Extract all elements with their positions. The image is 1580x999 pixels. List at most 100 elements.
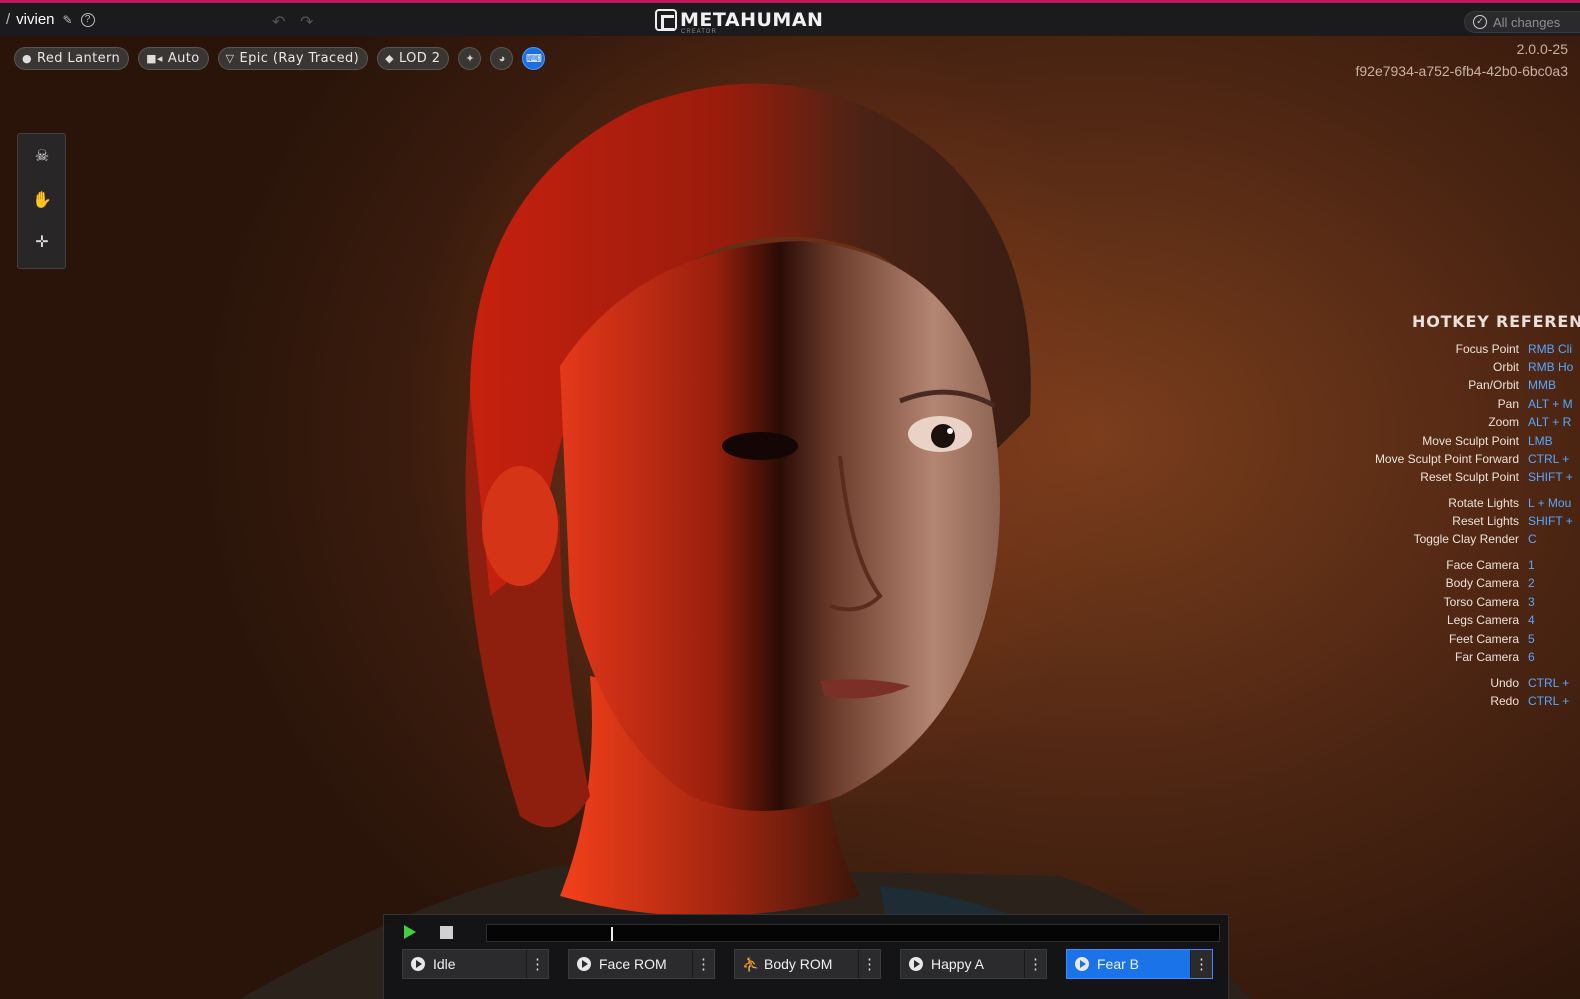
play-circle-icon <box>577 957 591 971</box>
hotkey-row: Pan ALT + M <box>1370 397 1580 413</box>
help-icon[interactable]: ? <box>80 12 95 27</box>
hotkey-row: Reset Lights SHIFT + <box>1370 514 1580 530</box>
timeline[interactable] <box>486 924 1220 942</box>
stop-icon[interactable] <box>440 926 453 939</box>
edit-icon[interactable]: ✎ <box>61 13 75 27</box>
hotkey-action: Face Camera <box>1446 558 1519 572</box>
hotkey-row: Orbit RMB Ho <box>1370 360 1580 376</box>
hotkey-binding: RMB Ho <box>1528 360 1574 374</box>
hotkey-binding: 1 <box>1528 558 1535 572</box>
hotkey-row: Rotate Lights L + Mou <box>1370 496 1580 512</box>
hotkey-row: Focus Point RMB Cli <box>1370 342 1580 358</box>
running-figure-icon: ⛹ <box>742 955 760 972</box>
animation-clip-button[interactable]: Fear B ⋮ <box>1066 949 1213 979</box>
animation-clip-button[interactable]: Happy A ⋮ <box>900 949 1047 979</box>
lighting-preset-label: Red Lantern <box>37 51 121 66</box>
more-options-icon[interactable]: ⋮ <box>1024 950 1046 978</box>
hotkey-binding: SHIFT + <box>1528 514 1573 528</box>
camera-mode-button[interactable]: ■◂ Auto <box>138 47 209 70</box>
hotkey-binding: 3 <box>1528 595 1535 609</box>
hotkey-action: Move Sculpt Point Forward <box>1374 452 1519 466</box>
hotkey-row: Toggle Clay Render C <box>1370 532 1580 548</box>
playhead[interactable] <box>611 927 614 941</box>
hotkey-binding: 4 <box>1528 613 1535 627</box>
move-icon[interactable]: ✛ <box>30 230 54 254</box>
hotkey-action: Pan <box>1497 397 1519 411</box>
animation-clip-button[interactable]: Idle ⋮ <box>402 949 549 979</box>
head-outline-icon[interactable]: ◕ <box>490 47 514 70</box>
hotkey-row: Legs Camera 4 <box>1370 613 1580 629</box>
check-circle-icon: ✓ <box>1473 15 1487 29</box>
redo-icon[interactable]: ↷ <box>300 12 313 32</box>
keyboard-icon[interactable]: ⌨ <box>522 47 546 70</box>
animation-clips: Idle ⋮ Face ROM ⋮ ⛹ Body ROM ⋮ Happy A ⋮ Fear B ⋮ <box>402 949 1213 979</box>
hotkey-binding: C <box>1528 532 1537 546</box>
hotkey-row: Torso Camera 3 <box>1370 595 1580 611</box>
hotkey-binding: 6 <box>1528 650 1535 664</box>
hotkey-row: Far Camera 6 <box>1370 650 1580 666</box>
viewport-tools-panel: ☠ ✋ ✛ <box>17 133 66 269</box>
play-circle-icon <box>411 957 425 971</box>
hotkey-action: Legs Camera <box>1446 613 1519 627</box>
hotkey-action: Move Sculpt Point <box>1422 434 1519 448</box>
undo-icon[interactable]: ↶ <box>272 12 285 32</box>
logo-subtext: CREATOR <box>681 29 717 35</box>
build-id: f92e7934-a752-6fb4-42b0-6bc0a3 <box>1355 63 1568 79</box>
hotkey-binding: SHIFT + <box>1528 470 1573 484</box>
hotkey-action: Far Camera <box>1454 650 1519 664</box>
rotate-hand-icon[interactable]: ✋ <box>30 188 54 212</box>
animation-panel: Idle ⋮ Face ROM ⋮ ⛹ Body ROM ⋮ Happy A ⋮ Fear B ⋮ <box>383 914 1229 999</box>
viewport[interactable]: ● Red Lantern ■◂ Auto ▽ Epic (Ray Traced… <box>0 36 1580 999</box>
skull-icon[interactable]: ☠ <box>30 144 54 168</box>
more-options-icon[interactable]: ⋮ <box>858 950 880 978</box>
hotkey-binding: CTRL + <box>1528 452 1570 466</box>
hotkey-binding: CTRL + <box>1528 694 1570 708</box>
logo-text: METAHUMAN <box>680 9 824 31</box>
animation-clip-button[interactable]: ⛹ Body ROM ⋮ <box>734 949 881 979</box>
hotkey-action: Reset Lights <box>1452 514 1519 528</box>
animation-clip-label: Happy A <box>931 956 984 972</box>
hotkey-action: Focus Point <box>1455 342 1519 356</box>
hotkey-binding: CTRL + <box>1528 676 1570 690</box>
hotkey-row: Zoom ALT + R <box>1370 415 1580 431</box>
play-icon[interactable] <box>404 925 416 939</box>
render-quality-button[interactable]: ▽ Epic (Ray Traced) <box>217 47 369 70</box>
video-camera-icon: ■◂ <box>146 52 163 65</box>
play-circle-icon <box>909 957 923 971</box>
diamond-icon: ▽ <box>225 52 235 65</box>
hotkey-action: Reset Sculpt Point <box>1420 470 1519 484</box>
more-options-icon[interactable]: ⋮ <box>526 950 548 978</box>
hotkey-action: Toggle Clay Render <box>1413 532 1519 546</box>
hotkey-action: Torso Camera <box>1443 595 1519 609</box>
hotkey-row: Move Sculpt Point LMB <box>1370 434 1580 450</box>
hotkey-row: Undo CTRL + <box>1370 676 1580 692</box>
save-status[interactable]: ✓ All changes <box>1464 11 1580 33</box>
project-name[interactable]: vivien <box>16 11 54 28</box>
brush-icon[interactable]: ✦ <box>458 47 482 70</box>
hotkey-binding: L + Mou <box>1528 496 1572 510</box>
hotkey-action: Rotate Lights <box>1448 496 1519 510</box>
animation-clip-label: Idle <box>433 956 456 972</box>
hotkey-action: Zoom <box>1488 415 1519 429</box>
lod-button[interactable]: ◆ LOD 2 <box>377 47 450 70</box>
top-bar: / vivien ✎ ? ↶ ↷ METAHUMAN CREATOR ✓ All… <box>0 0 1580 36</box>
render-quality-label: Epic (Ray Traced) <box>239 51 360 66</box>
breadcrumb: / vivien ✎ ? <box>6 11 95 28</box>
hotkey-row: Face Camera 1 <box>1370 558 1580 574</box>
animation-clip-label: Face ROM <box>599 956 667 972</box>
hotkey-row: Pan/Orbit MMB <box>1370 378 1580 394</box>
hotkey-binding: ALT + M <box>1528 397 1573 411</box>
more-options-icon[interactable]: ⋮ <box>1190 950 1212 978</box>
animation-clip-button[interactable]: Face ROM ⋮ <box>568 949 715 979</box>
hotkey-row: Reset Sculpt Point SHIFT + <box>1370 470 1580 486</box>
more-options-icon[interactable]: ⋮ <box>692 950 714 978</box>
lighting-preset-button[interactable]: ● Red Lantern <box>14 47 130 70</box>
save-status-label: All changes <box>1493 14 1561 30</box>
hotkey-action: Undo <box>1490 676 1519 690</box>
hotkey-action: Feet Camera <box>1448 632 1519 646</box>
animation-clip-label: Body ROM <box>764 956 833 972</box>
version-info: 2.0.0-25 f92e7934-a752-6fb4-42b0-6bc0a3 <box>1355 38 1568 82</box>
hotkey-action: Pan/Orbit <box>1468 378 1519 392</box>
breadcrumb-separator: / <box>6 11 11 28</box>
hotkey-action: Body Camera <box>1445 576 1519 590</box>
